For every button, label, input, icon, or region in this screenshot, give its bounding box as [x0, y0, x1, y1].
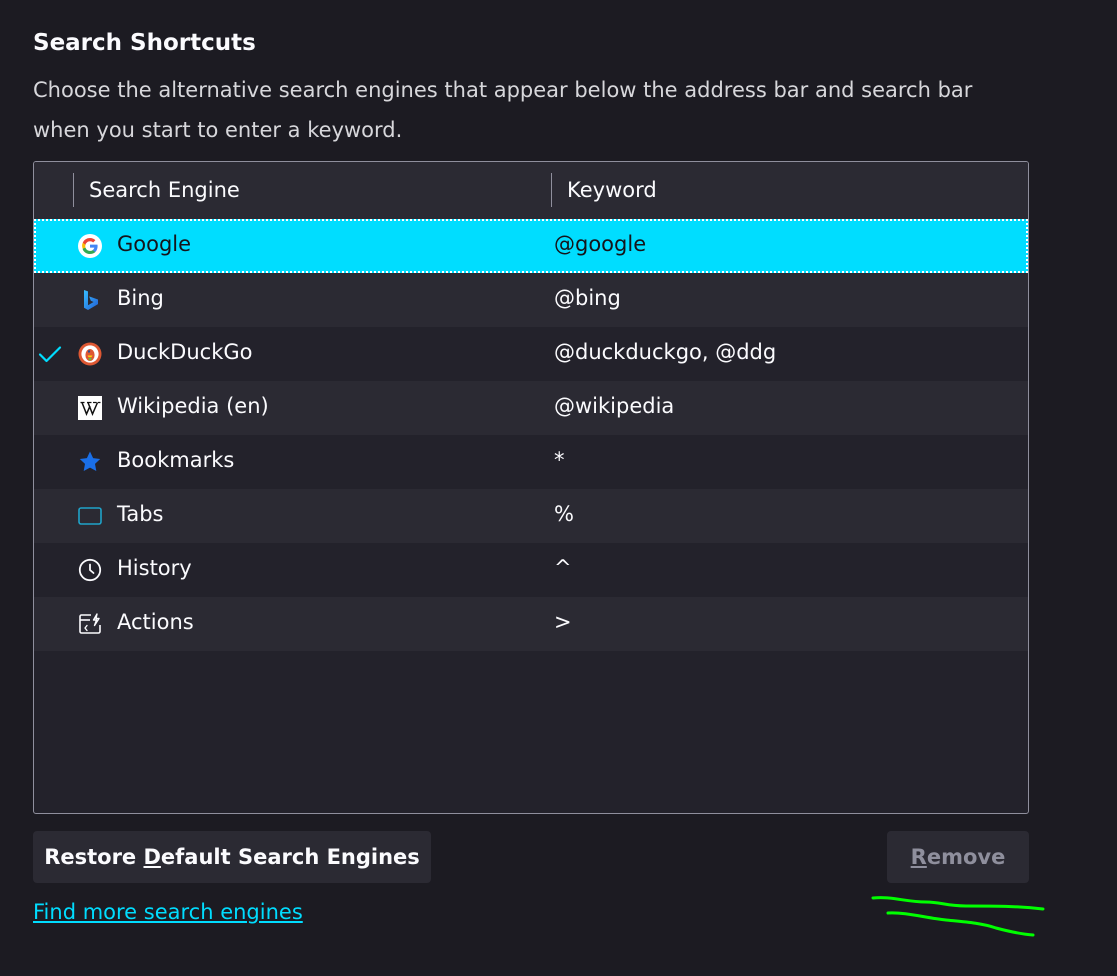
- remove-label-post: emove: [926, 845, 1006, 869]
- engine-keyword[interactable]: @google: [554, 232, 646, 256]
- engine-name: Wikipedia (en): [117, 394, 269, 418]
- google-icon: [78, 234, 102, 258]
- column-header-keyword[interactable]: Keyword: [567, 178, 657, 202]
- remove-accesskey: R: [910, 845, 927, 869]
- column-separator[interactable]: [551, 173, 552, 207]
- engine-name: History: [117, 556, 192, 580]
- engine-row-google[interactable]: Google @google: [34, 219, 1028, 273]
- wikipedia-icon: [78, 396, 102, 420]
- engine-keyword[interactable]: *: [554, 448, 565, 472]
- search-shortcuts-page: Search Shortcuts Choose the alternative …: [0, 0, 1117, 976]
- engine-keyword[interactable]: @duckduckgo, @ddg: [554, 340, 776, 364]
- actions-icon: [79, 613, 101, 634]
- engine-name: Actions: [117, 610, 194, 634]
- engine-row-history[interactable]: History ^: [34, 543, 1028, 597]
- restore-accesskey: D: [143, 845, 161, 869]
- duckduckgo-icon: [78, 342, 102, 366]
- engine-row-duckduckgo[interactable]: DuckDuckGo @duckduckgo, @ddg: [34, 327, 1028, 381]
- remove-button[interactable]: Remove: [887, 831, 1029, 883]
- engine-row-bing[interactable]: Bing @bing: [34, 273, 1028, 327]
- tree-header: Search Engine Keyword: [34, 162, 1028, 219]
- column-separator[interactable]: [73, 173, 74, 207]
- engine-keyword[interactable]: ^: [554, 556, 572, 580]
- section-title: Search Shortcuts: [33, 30, 256, 56]
- engine-keyword[interactable]: @wikipedia: [554, 394, 674, 418]
- engine-keyword[interactable]: %: [554, 502, 574, 526]
- engine-row-actions[interactable]: Actions >: [34, 597, 1028, 651]
- engine-row-tabs[interactable]: Tabs %: [34, 489, 1028, 543]
- restore-default-search-engines-button[interactable]: Restore Default Search Engines: [33, 831, 431, 883]
- restore-label-post: efault Search Engines: [160, 845, 420, 869]
- column-header-search-engine[interactable]: Search Engine: [89, 178, 240, 202]
- find-more-search-engines-link[interactable]: Find more search engines: [33, 900, 303, 924]
- section-description: Choose the alternative search engines th…: [33, 78, 973, 142]
- restore-label-pre: Restore: [44, 845, 144, 869]
- engine-keyword[interactable]: @bing: [554, 286, 621, 310]
- checkmark-icon[interactable]: [38, 342, 62, 366]
- engine-keyword[interactable]: >: [554, 610, 572, 634]
- search-engines-tree[interactable]: Search Engine Keyword Google @google Bin…: [33, 161, 1029, 814]
- engine-name: Bookmarks: [117, 448, 235, 472]
- star-icon: [79, 451, 101, 471]
- engine-row-wikipedia[interactable]: Wikipedia (en) @wikipedia: [34, 381, 1028, 435]
- engine-name: Google: [117, 232, 192, 256]
- engine-name: Bing: [117, 286, 164, 310]
- annotation-scribble: [871, 896, 1045, 937]
- engine-name: DuckDuckGo: [117, 340, 253, 364]
- bing-icon: [84, 290, 98, 310]
- engine-row-bookmarks[interactable]: Bookmarks *: [34, 435, 1028, 489]
- clock-icon: [78, 558, 102, 582]
- tab-icon: [78, 507, 102, 525]
- engine-name: Tabs: [117, 502, 164, 526]
